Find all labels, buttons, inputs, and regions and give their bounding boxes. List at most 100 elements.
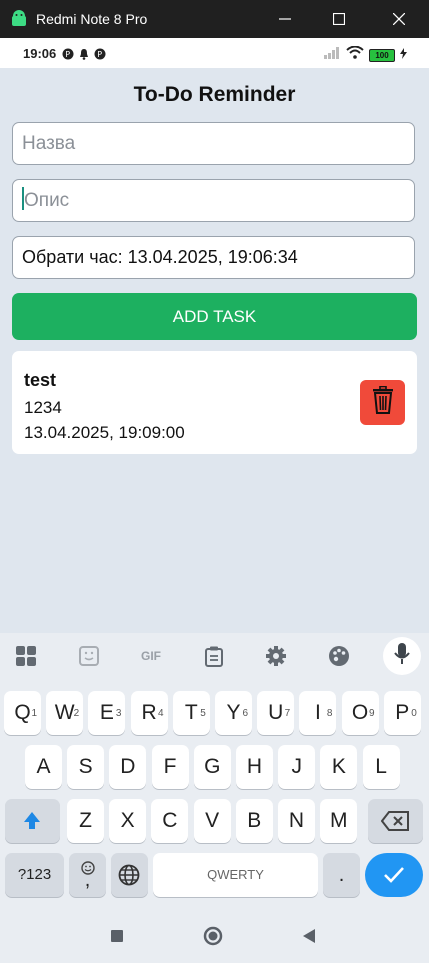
status-bar: 19:06 P P 100 [0,38,429,68]
square-icon [110,930,124,947]
notification-app-icon-2: P [94,47,106,65]
space-bar[interactable]: QWERTY [153,853,318,897]
key-label: E [99,701,114,724]
key-hint-number: 0 [411,708,417,719]
key-hint-number: 8 [326,708,333,719]
triangle-back-icon [302,929,316,948]
status-time: 19:06 [23,46,57,61]
back-button[interactable] [302,928,316,949]
microphone-icon [394,642,410,670]
navigation-bar [0,918,429,963]
key-m[interactable]: M [320,799,358,843]
globe-icon [118,864,140,892]
maximize-button[interactable] [324,4,354,34]
backspace-key[interactable] [368,799,423,843]
task-description-placeholder: Опис [24,190,70,211]
shift-key[interactable] [5,799,60,843]
close-button[interactable] [384,4,414,34]
apps-grid-icon[interactable] [14,645,38,667]
key-x[interactable]: X [109,799,147,843]
key-a[interactable]: A [25,745,62,789]
task-description: 1234 [24,398,62,417]
task-name-placeholder: Назва [22,133,76,154]
key-q[interactable]: Q1 [4,691,41,735]
key-label: O [351,701,369,724]
key-v[interactable]: V [193,799,231,843]
system-icons: 100 [323,45,407,64]
key-r[interactable]: R4 [130,691,168,735]
battery-icon: 100 [369,48,395,62]
key-label: Q [14,701,31,724]
key-d[interactable]: D [109,745,147,789]
key-t[interactable]: T5 [172,691,210,735]
home-button[interactable] [203,926,223,951]
key-w[interactable]: W2 [46,691,84,735]
microphone-button[interactable] [383,637,421,675]
key-k[interactable]: K [320,745,358,789]
delete-task-button[interactable] [360,380,405,425]
key-z[interactable]: Z [67,799,104,843]
task-name-input[interactable]: Назва [12,122,415,165]
key-hint-number: 6 [242,708,248,719]
time-picker-field[interactable]: Обрати час: 13.04.2025, 19:06:34 [12,236,415,279]
settings-gear-icon[interactable] [264,645,288,667]
charging-icon [400,46,407,64]
minimize-button[interactable] [270,4,300,34]
notification-app-icon: P [62,47,74,65]
task-datetime: 13.04.2025, 19:09:00 [24,423,185,442]
key-label: P [395,701,410,724]
key-label: T [184,701,198,724]
key-label: U [268,701,284,724]
key-label: I [314,701,321,724]
key-f[interactable]: F [151,745,189,789]
wifi-icon [346,45,364,64]
key-e[interactable]: E3 [88,691,126,735]
key-y[interactable]: Y6 [215,691,252,735]
window-titlebar: Redmi Note 8 Pro [0,0,429,38]
key-p[interactable]: P0 [383,691,421,735]
key-hint-number: 1 [31,708,37,719]
recents-button[interactable] [110,929,124,948]
period-key[interactable]: . [323,853,360,897]
key-u[interactable]: U7 [257,691,295,735]
shift-arrow-icon [22,810,42,836]
symbols-key[interactable]: ?123 [5,853,64,897]
key-hint-number: 7 [284,708,291,719]
key-l[interactable]: L [362,745,400,789]
key-g[interactable]: G [193,745,231,789]
key-hint-number: 3 [115,708,122,719]
key-n[interactable]: N [278,799,315,843]
key-o[interactable]: O9 [341,691,379,735]
gif-icon[interactable]: GIF [139,645,163,667]
comma-label: , [84,869,91,891]
key-i[interactable]: I8 [299,691,337,735]
key-b[interactable]: B [235,799,273,843]
sticker-icon[interactable] [77,645,101,667]
keyboard-toolbar: GIF [0,633,429,677]
notification-icons: P P [62,47,106,65]
key-j[interactable]: J [278,745,316,789]
trash-icon [372,385,394,419]
task-description-input[interactable]: Опис [12,179,415,222]
emoji-comma-key[interactable]: , [69,853,106,897]
palette-icon[interactable] [327,645,351,667]
key-hint-number: 5 [200,708,206,719]
key-c[interactable]: C [151,799,189,843]
add-task-button[interactable]: ADD TASK [12,293,417,340]
key-hint-number: 4 [158,708,164,719]
time-picker-label: Обрати час: 13.04.2025, 19:06:34 [22,247,298,267]
clipboard-icon[interactable] [202,645,226,667]
key-hint-number: 2 [73,708,80,719]
enter-key[interactable] [365,853,423,897]
app-title: To-Do Reminder [133,83,296,106]
checkmark-icon [383,865,405,890]
key-label: W [54,701,75,724]
key-h[interactable]: H [236,745,273,789]
language-key[interactable] [111,853,148,897]
window-title: Redmi Note 8 Pro [36,11,148,27]
key-s[interactable]: S [67,745,105,789]
soft-keyboard: GIF Q1W2E3R4T5Y6U7I8O9P0 ASDFGHJKL Z X C… [0,633,429,918]
svg-text:P: P [97,50,102,59]
circle-icon [203,926,223,950]
key-hint-number: 9 [369,708,375,719]
